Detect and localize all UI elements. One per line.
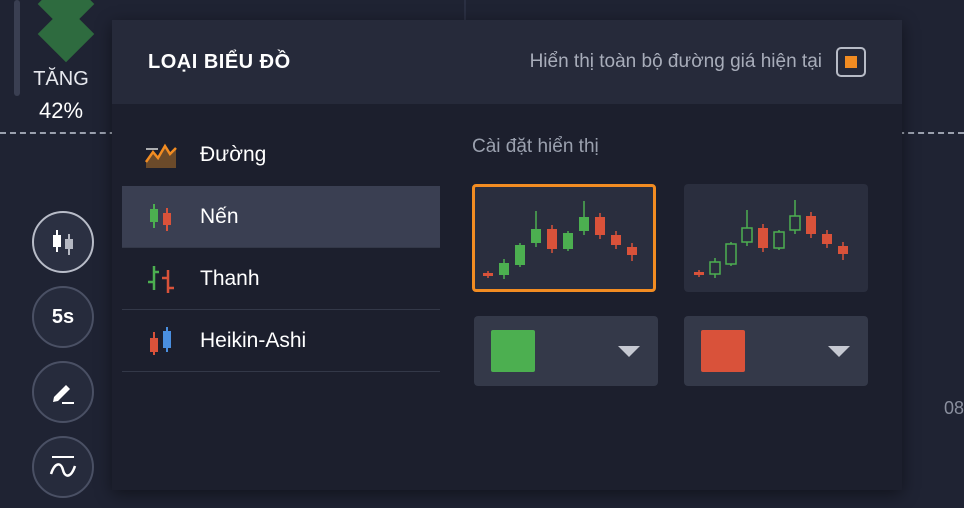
chart-type-line[interactable]: Đường <box>122 124 440 186</box>
preview-candle-body <box>563 233 573 249</box>
preview-candle-body <box>531 229 541 243</box>
panel-header: LOẠI BIỂU ĐỒ Hiển thị toàn bộ đường giá … <box>112 20 902 104</box>
chart-type-candles[interactable]: Nến <box>122 186 440 248</box>
preview-candle-body <box>499 263 509 275</box>
chart-type-heikin-ashi[interactable]: Heikin-Ashi <box>122 310 440 372</box>
line-chart-icon <box>144 140 178 170</box>
grid-line <box>464 0 466 20</box>
preview-candle-body <box>515 245 525 265</box>
up-percent: 42% <box>38 98 84 123</box>
chart-type-label: Thanh <box>200 266 260 290</box>
chart-type-bars[interactable]: Thanh <box>122 248 440 310</box>
indicator-wave-icon <box>49 456 77 477</box>
chart-type-button[interactable] <box>32 211 94 273</box>
style-preview-hollow[interactable] <box>684 184 868 292</box>
preview-candle-body <box>595 217 605 235</box>
preview-candle-body <box>741 227 753 243</box>
chevron-down-icon <box>618 346 640 357</box>
up-label: TĂNG <box>33 68 89 90</box>
show-full-price-line-label: Hiển thị toàn bộ đường giá hiện tại <box>529 51 822 72</box>
preview-candle-body <box>725 243 737 265</box>
candlestick-icon <box>144 202 178 232</box>
hollow-candles-preview <box>694 200 848 278</box>
chart-type-label: Heikin-Ashi <box>200 328 307 352</box>
preview-candle-body <box>611 235 621 245</box>
preview-candle-body <box>806 216 816 234</box>
chart-type-label: Đường <box>200 143 267 166</box>
checkbox-checked-mark <box>845 56 857 68</box>
preview-candle-body <box>483 273 493 276</box>
heikin-ashi-icon <box>144 326 178 356</box>
preview-candle-body <box>579 217 589 231</box>
filled-candles-preview <box>483 201 637 279</box>
chart-type-list: Đường Nến Thanh Heikin-Ashi <box>122 124 440 372</box>
show-full-price-line-toggle[interactable]: Hiển thị toàn bộ đường giá hiện tại <box>530 47 866 77</box>
time-interval-button[interactable]: 5s <box>32 286 94 348</box>
preview-candle-body <box>838 246 848 254</box>
down-color-swatch <box>701 330 745 372</box>
preview-candle-body <box>547 229 557 249</box>
preview-candle-body <box>627 247 637 255</box>
indicators-button[interactable] <box>32 436 94 498</box>
style-preview-filled[interactable] <box>472 184 656 292</box>
display-settings-title: Cài đặt hiển thị <box>472 136 599 157</box>
preview-candle-body <box>773 231 785 249</box>
time-axis-label: 08 <box>943 398 964 418</box>
chevron-down-icon <box>828 346 850 357</box>
preview-candle-body <box>789 215 801 231</box>
chart-type-label: Nến <box>200 204 239 228</box>
preview-candle-body <box>694 272 704 275</box>
show-full-price-line-checkbox[interactable] <box>836 47 866 77</box>
chart-type-panel: LOẠI BIỂU ĐỒ Hiển thị toàn bộ đường giá … <box>112 20 902 490</box>
interval-label: 5s <box>51 305 75 328</box>
preview-candle-body <box>758 228 768 248</box>
candlestick-icon <box>53 230 73 255</box>
preview-candle-body <box>822 234 832 244</box>
preview-candle-body <box>709 261 721 275</box>
panel-title: LOẠI BIỂU ĐỒ <box>148 50 291 73</box>
drawing-tools-button[interactable] <box>32 361 94 423</box>
up-color-dropdown[interactable] <box>474 316 658 386</box>
up-marker-shape <box>37 5 95 63</box>
bar-chart-icon <box>144 264 178 294</box>
down-color-dropdown[interactable] <box>684 316 868 386</box>
pencil-icon <box>53 385 74 404</box>
up-color-swatch <box>491 330 535 372</box>
